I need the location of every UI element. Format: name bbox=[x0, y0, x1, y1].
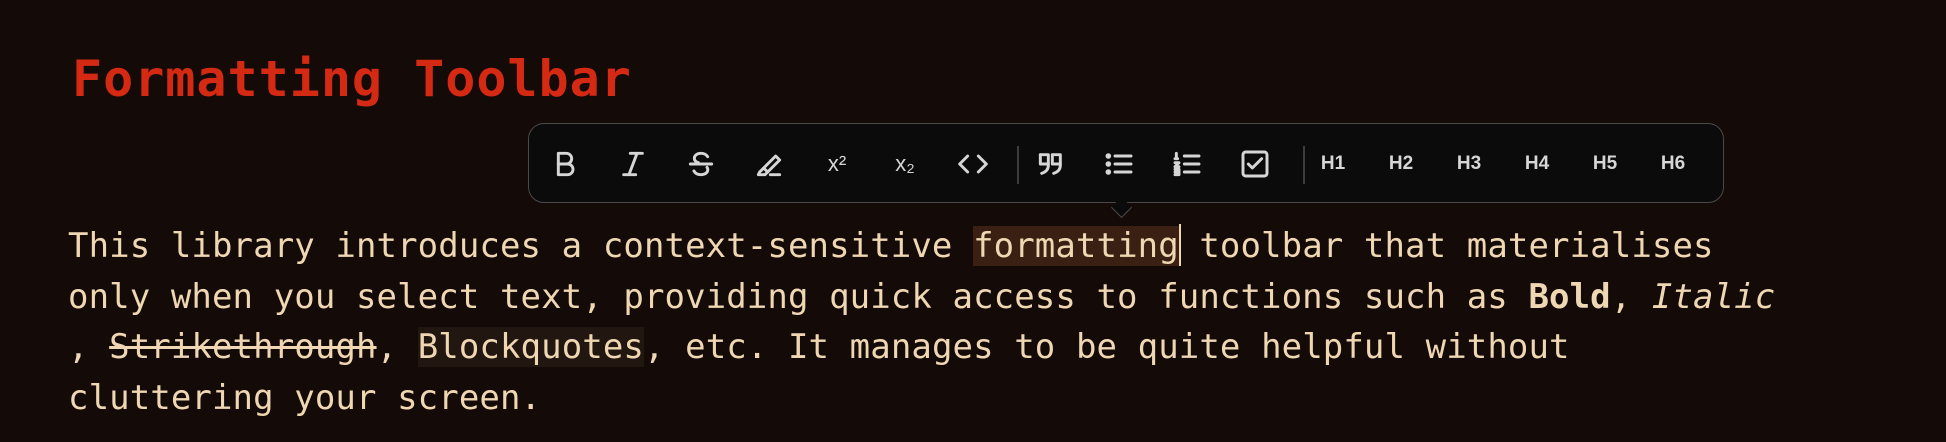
superscript-icon: x² bbox=[827, 151, 847, 176]
numbered-list-icon bbox=[1173, 151, 1201, 177]
heading-5-button[interactable]: H5 bbox=[1583, 142, 1627, 186]
text-run: only when you select text, providing qui… bbox=[68, 276, 1529, 317]
toolbar-divider bbox=[1303, 146, 1305, 184]
text-run: , bbox=[376, 327, 418, 367]
paragraph-line-3: , Strikethrough, Blockquotes, etc. It ma… bbox=[68, 322, 1928, 373]
text-run: , bbox=[68, 327, 110, 367]
text-run: , etc. It manages to be quite helpful wi… bbox=[643, 327, 1570, 367]
numbered-list-button[interactable] bbox=[1165, 142, 1209, 186]
heading-6-label: H6 bbox=[1660, 153, 1686, 174]
code-button[interactable] bbox=[951, 142, 995, 186]
heading-1-button[interactable]: H1 bbox=[1311, 142, 1355, 186]
formatting-toolbar: x² x₂ H1 H2 H3 H4 H5 H6 bbox=[528, 123, 1724, 219]
blockquote-text: Blockquotes bbox=[417, 327, 644, 367]
strikethrough-button[interactable] bbox=[679, 142, 723, 186]
page-title: Formatting Toolbar bbox=[72, 50, 632, 108]
paragraph-line-2: only when you select text, providing qui… bbox=[68, 272, 1928, 323]
heading-5-label: H5 bbox=[1592, 153, 1618, 174]
task-list-icon bbox=[1241, 150, 1269, 178]
text-run: This library introduces a context-sensit… bbox=[68, 226, 974, 266]
heading-2-button[interactable]: H2 bbox=[1379, 142, 1423, 186]
text-run: , bbox=[1610, 276, 1652, 317]
selected-text[interactable]: formatting bbox=[973, 226, 1179, 266]
italic-icon bbox=[622, 151, 644, 177]
bold-icon bbox=[556, 151, 575, 177]
blockquote-button[interactable] bbox=[1029, 142, 1073, 186]
heading-6-button[interactable]: H6 bbox=[1651, 142, 1695, 186]
paragraph-line-4: cluttering your screen. bbox=[68, 377, 542, 418]
subscript-icon: x₂ bbox=[895, 151, 915, 176]
text-run: toolbar that materialises bbox=[1178, 226, 1714, 266]
toolbar-divider bbox=[1017, 146, 1019, 184]
highlight-button[interactable] bbox=[747, 142, 791, 186]
toolbar-pointer bbox=[1110, 196, 1133, 219]
bold-text: Bold bbox=[1528, 276, 1611, 317]
bullet-list-button[interactable] bbox=[1097, 142, 1141, 186]
editor-paragraph[interactable]: This library introduces a context-sensit… bbox=[68, 221, 1928, 423]
superscript-button[interactable]: x² bbox=[815, 142, 859, 186]
highlight-icon bbox=[756, 154, 782, 177]
heading-2-label: H2 bbox=[1388, 153, 1414, 174]
paragraph-line-1: This library introduces a context-sensit… bbox=[68, 221, 1928, 272]
bullet-list-icon bbox=[1105, 153, 1133, 175]
editor-page: Formatting Toolbar x² x₂ H1 H2 H3 H4 H5 … bbox=[0, 0, 1946, 442]
heading-1-label: H1 bbox=[1320, 153, 1346, 174]
blockquote-icon bbox=[1038, 153, 1062, 175]
strikethrough-text: Strikethrough bbox=[109, 327, 377, 367]
italic-button[interactable] bbox=[611, 142, 655, 186]
bold-button[interactable] bbox=[543, 142, 587, 186]
italic-text: Italic bbox=[1651, 276, 1776, 317]
task-list-button[interactable] bbox=[1233, 142, 1277, 186]
heading-4-button[interactable]: H4 bbox=[1515, 142, 1559, 186]
code-icon bbox=[958, 154, 988, 174]
heading-3-label: H3 bbox=[1456, 153, 1482, 174]
heading-4-label: H4 bbox=[1524, 153, 1550, 174]
heading-3-button[interactable]: H3 bbox=[1447, 142, 1491, 186]
strikethrough-icon bbox=[688, 151, 714, 177]
subscript-button[interactable]: x₂ bbox=[883, 142, 927, 186]
